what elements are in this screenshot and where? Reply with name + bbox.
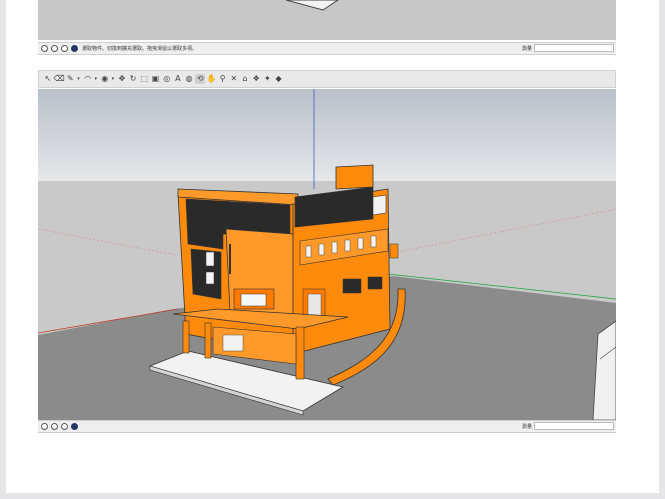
user-icon[interactable] [61, 423, 68, 430]
lower-dark-opening [342, 278, 362, 294]
right-window-5 [357, 237, 364, 250]
top-viewport-drawing [38, 0, 616, 40]
select-arrow-icon[interactable]: ↖ [43, 74, 53, 84]
zoom-extents-icon[interactable]: ✕ [229, 74, 239, 84]
push-pull-icon[interactable]: ◉ [100, 74, 110, 84]
large-tool-set-toolbar: ↖ ⌫ ✎ ▾ ◠ ▾ ◉ ▾ ✥ ↻ ⬚ ▣ ◎ A ◍ ⟲ ✋ ⚲ ✕ ⌂ ❖ ✦ ◆ [38, 70, 616, 88]
orbit-icon[interactable]: ⟲ [195, 74, 206, 84]
left-window-1 [205, 251, 215, 267]
right-window-4 [344, 239, 351, 252]
offset-icon[interactable]: ▣ [151, 74, 161, 84]
column-1 [182, 320, 190, 354]
measurements-label: 測量 [521, 46, 532, 52]
rotate-icon[interactable]: ↻ [128, 74, 138, 84]
ground-door-glass [307, 293, 322, 317]
eraser-icon[interactable]: ⌫ [54, 74, 65, 84]
tape-measure-icon[interactable]: ◎ [162, 74, 172, 84]
layout-icon[interactable]: ✦ [262, 74, 272, 84]
right-window-6 [370, 235, 377, 248]
toolbar-dropdown-caret[interactable]: ▾ [111, 74, 115, 84]
front-opening-glass [240, 293, 267, 307]
toolbar-dropdown-caret[interactable]: ▾ [94, 74, 98, 84]
lower-dark-opening-2 [367, 276, 383, 290]
extension-warehouse-icon[interactable]: ❖ [251, 74, 261, 84]
measurements-label: 測量 [521, 424, 532, 430]
credits-icon[interactable] [51, 423, 58, 430]
help-icon[interactable] [71, 45, 78, 52]
help-icon[interactable] [71, 423, 78, 430]
roof-opening [372, 194, 387, 216]
left-window-2 [205, 271, 215, 285]
toolbar-dropdown-caret[interactable]: ▾ [77, 74, 81, 84]
warehouse-icon[interactable]: ⌂ [240, 74, 250, 84]
top-status-bar: 選取物件。切換到擴充選取。拖曳滑鼠以選取多項。 測量 [38, 42, 616, 55]
scale-icon[interactable]: ⬚ [139, 74, 149, 84]
roof-stair-block [335, 164, 374, 190]
top-viewport[interactable] [38, 0, 616, 40]
status-text: 選取物件。切換到擴充選取。拖曳滑鼠以選取多項。 [82, 46, 198, 52]
geolocation-icon[interactable] [41, 423, 48, 430]
pencil-line-icon[interactable]: ✎ [65, 74, 75, 84]
shapes-icon[interactable]: ◠ [83, 74, 93, 84]
zoom-icon[interactable]: ⚲ [218, 74, 228, 84]
column-3 [295, 326, 305, 380]
right-window-3 [331, 241, 338, 254]
credits-icon[interactable] [51, 45, 58, 52]
model-viewport[interactable] [38, 89, 616, 420]
user-icon[interactable] [61, 45, 68, 52]
right-window-1 [305, 245, 312, 258]
right-window-2 [318, 243, 325, 256]
text-icon[interactable]: A [173, 74, 183, 84]
ruby-icon[interactable]: ◆ [274, 74, 284, 84]
side-fin [389, 243, 399, 259]
measurements-box[interactable] [534, 44, 614, 52]
measurements-box[interactable] [534, 422, 614, 430]
paint-bucket-icon[interactable]: ◍ [184, 74, 194, 84]
model-scene [38, 89, 616, 420]
column-2 [204, 322, 212, 359]
main-status-bar: 測量 [38, 420, 616, 433]
move-icon[interactable]: ✥ [117, 74, 127, 84]
sky [38, 89, 616, 181]
geolocation-icon[interactable] [41, 45, 48, 52]
ground-floor-window [222, 334, 244, 352]
pan-icon[interactable]: ✋ [206, 74, 216, 84]
